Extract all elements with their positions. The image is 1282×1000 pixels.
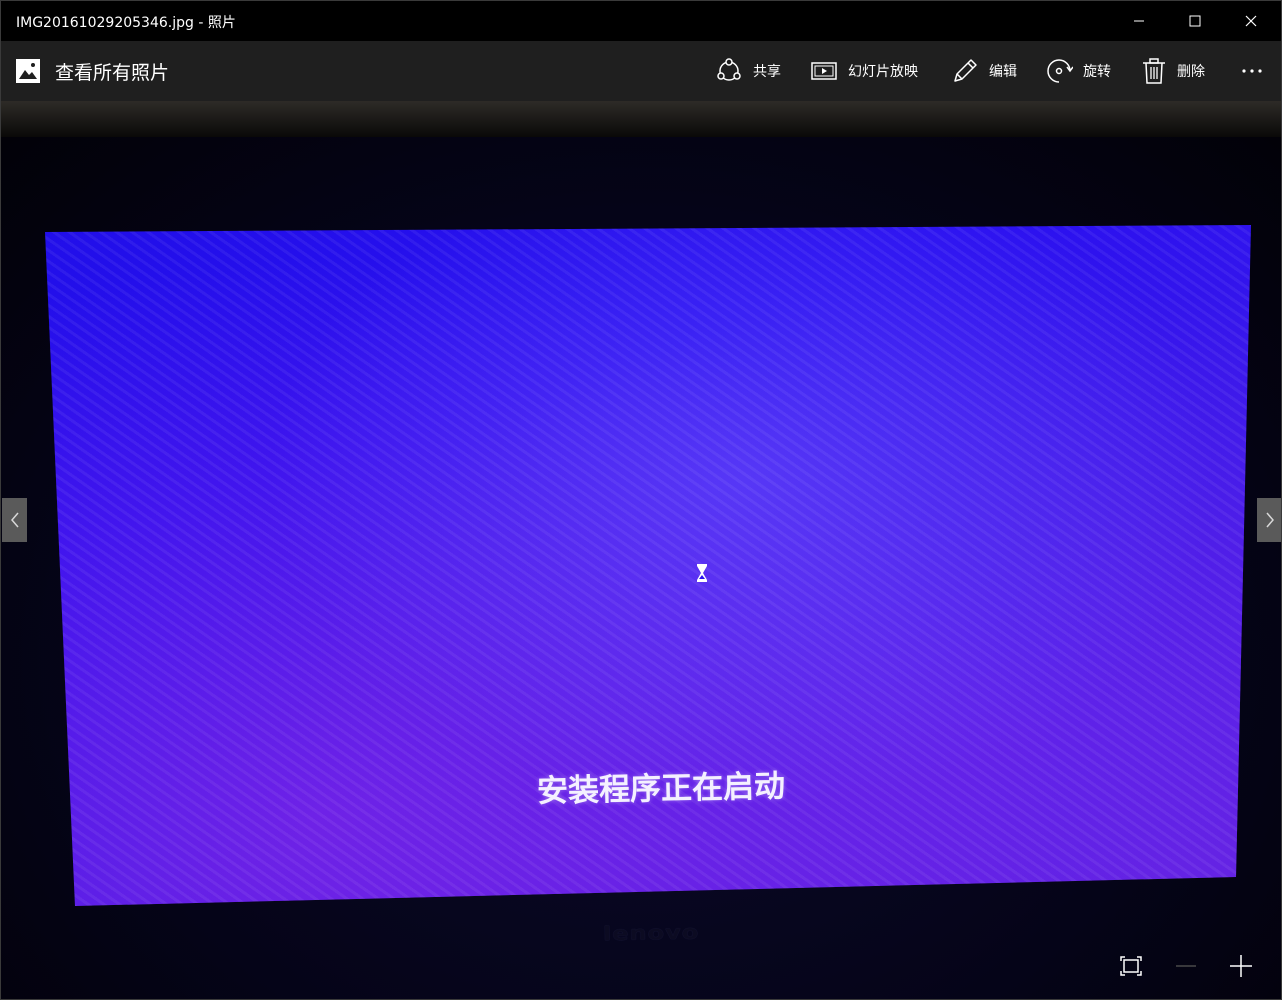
rotate-icon xyxy=(1047,59,1073,83)
pencil-icon xyxy=(954,59,977,82)
rotate-button[interactable]: 旋转 xyxy=(1045,55,1111,87)
monitor-brand-logo: lenovo xyxy=(602,920,700,946)
hourglass-icon xyxy=(697,564,707,582)
more-options-button[interactable] xyxy=(1239,55,1265,87)
title-bar: IMG20161029205346.jpg - 照片 xyxy=(1,1,1281,41)
photo-desk-background xyxy=(1,101,1281,137)
window-title: IMG20161029205346.jpg - 照片 xyxy=(16,15,236,31)
zoom-controls xyxy=(1103,945,1269,987)
photo-viewer[interactable]: 安装程序正在启动 lenovo xyxy=(1,101,1281,999)
more-ellipsis-icon xyxy=(1242,69,1262,73)
view-all-photos-button[interactable]: 查看所有照片 xyxy=(15,57,169,85)
rotate-label: 旋转 xyxy=(1083,64,1111,80)
share-icon xyxy=(717,58,741,81)
previous-photo-button[interactable] xyxy=(2,498,27,542)
chevron-left-icon xyxy=(10,512,19,528)
maximize-icon xyxy=(1189,15,1201,27)
close-icon xyxy=(1245,15,1257,27)
view-all-photos-label: 查看所有照片 xyxy=(55,61,170,84)
share-button[interactable]: 共享 xyxy=(715,55,781,87)
delete-label: 删除 xyxy=(1177,64,1205,80)
zoom-out-button[interactable] xyxy=(1158,945,1214,987)
slideshow-icon xyxy=(811,62,837,80)
minimize-icon xyxy=(1134,20,1144,22)
fit-to-window-icon xyxy=(1120,956,1142,976)
share-label: 共享 xyxy=(753,64,781,80)
minus-icon xyxy=(1176,965,1196,967)
next-photo-button[interactable] xyxy=(1257,498,1281,542)
fit-to-window-button[interactable] xyxy=(1103,945,1159,987)
plus-icon xyxy=(1230,955,1252,977)
command-bar: 查看所有照片 共享 幻灯片放映 编辑 旋转 删除 xyxy=(1,41,1281,101)
zoom-in-button[interactable] xyxy=(1213,945,1269,987)
delete-button[interactable]: 删除 xyxy=(1141,55,1205,87)
photos-app-window: IMG20161029205346.jpg - 照片 查看所有照片 共享 幻灯片… xyxy=(0,0,1282,1000)
minimize-button[interactable] xyxy=(1111,1,1167,41)
slideshow-button[interactable]: 幻灯片放映 xyxy=(810,55,918,87)
chevron-right-icon xyxy=(1265,512,1274,528)
edit-button[interactable]: 编辑 xyxy=(951,55,1017,87)
setup-starting-text: 安装程序正在启动 xyxy=(536,768,786,810)
photo-screen-moire xyxy=(45,225,1251,906)
photo-gallery-icon xyxy=(16,59,40,83)
edit-label: 编辑 xyxy=(989,64,1017,80)
trash-icon xyxy=(1143,58,1165,84)
maximize-button[interactable] xyxy=(1167,1,1223,41)
slideshow-label: 幻灯片放映 xyxy=(848,64,918,80)
close-button[interactable] xyxy=(1223,1,1279,41)
